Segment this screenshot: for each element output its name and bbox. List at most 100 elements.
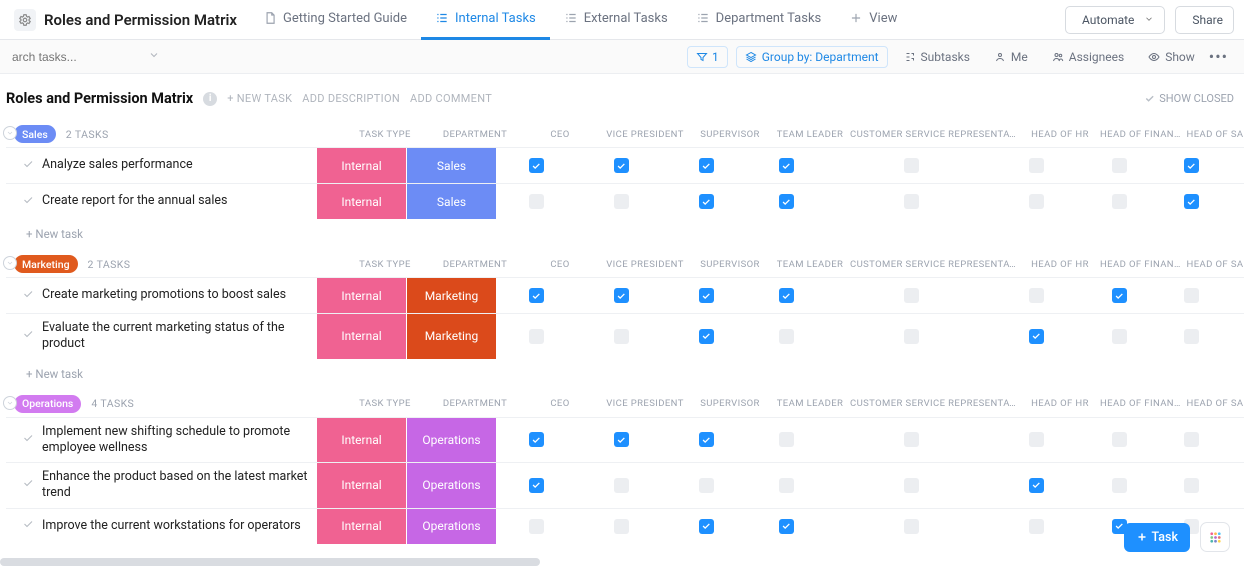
add-task-button[interactable]: + New task (6, 359, 1244, 389)
checkbox[interactable] (779, 288, 794, 303)
role-cell-ceo[interactable] (496, 463, 576, 508)
role-cell-ceo[interactable] (496, 509, 576, 544)
info-icon[interactable]: i (203, 92, 217, 106)
checkbox[interactable] (779, 519, 794, 534)
role-cell-ceo[interactable] (496, 314, 576, 359)
checkbox[interactable] (614, 519, 629, 534)
checkbox[interactable] (614, 158, 629, 173)
checkbox[interactable] (529, 288, 544, 303)
task-type-cell[interactable]: Internal (316, 463, 406, 508)
role-cell-vp[interactable] (576, 418, 666, 463)
view-tab-department-tasks[interactable]: Department Tasks (682, 0, 836, 40)
group-badge[interactable]: Marketing (14, 255, 78, 273)
role-cell-supervisor[interactable] (666, 418, 746, 463)
role-cell-teamleader[interactable] (746, 509, 826, 544)
role-cell-fin[interactable] (1076, 148, 1162, 183)
role-cell-sa[interactable] (1162, 418, 1220, 463)
role-cell-csr[interactable] (826, 463, 996, 508)
more-menu-button[interactable]: ••• (1203, 47, 1234, 66)
checkbox[interactable] (1029, 329, 1044, 344)
role-cell-teamleader[interactable] (746, 463, 826, 508)
checkbox[interactable] (699, 288, 714, 303)
checkbox[interactable] (1112, 288, 1127, 303)
settings-icon[interactable] (14, 9, 36, 31)
role-cell-supervisor[interactable] (666, 463, 746, 508)
checkbox[interactable] (614, 288, 629, 303)
checkbox[interactable] (614, 432, 629, 447)
checkbox[interactable] (529, 432, 544, 447)
role-cell-supervisor[interactable] (666, 278, 746, 313)
checkbox[interactable] (614, 478, 629, 493)
role-cell-ceo[interactable] (496, 278, 576, 313)
role-cell-supervisor[interactable] (666, 509, 746, 544)
role-cell-csr[interactable] (826, 184, 996, 219)
assignees-button[interactable]: Assignees (1044, 47, 1132, 67)
view-tab-internal-tasks[interactable]: Internal Tasks (421, 0, 550, 40)
checkbox[interactable] (1112, 432, 1127, 447)
role-cell-teamleader[interactable] (746, 278, 826, 313)
checkbox[interactable] (779, 194, 794, 209)
role-cell-vp[interactable] (576, 314, 666, 359)
checkbox[interactable] (614, 194, 629, 209)
checkbox[interactable] (779, 158, 794, 173)
checkbox[interactable] (1184, 478, 1199, 493)
task-row[interactable]: Analyze sales performanceInternalSales (6, 147, 1244, 183)
checkbox[interactable] (699, 478, 714, 493)
subtasks-button[interactable]: Subtasks (896, 47, 978, 67)
checkbox[interactable] (529, 194, 544, 209)
role-cell-fin[interactable] (1076, 184, 1162, 219)
task-row[interactable]: Improve the current workstations for ope… (6, 508, 1244, 544)
task-type-cell[interactable]: Internal (316, 278, 406, 313)
checkbox[interactable] (699, 519, 714, 534)
checkbox[interactable] (904, 478, 919, 493)
task-row[interactable]: Create report for the annual salesIntern… (6, 183, 1244, 219)
role-cell-teamleader[interactable] (746, 418, 826, 463)
checkbox[interactable] (779, 432, 794, 447)
role-cell-supervisor[interactable] (666, 184, 746, 219)
checkbox[interactable] (904, 329, 919, 344)
task-row[interactable]: Create marketing promotions to boost sal… (6, 277, 1244, 313)
checkbox[interactable] (1112, 329, 1127, 344)
role-cell-supervisor[interactable] (666, 148, 746, 183)
role-cell-sa[interactable] (1162, 278, 1220, 313)
checkbox[interactable] (1029, 432, 1044, 447)
task-name-cell[interactable]: Evaluate the current marketing status of… (6, 314, 316, 359)
department-cell[interactable]: Sales (406, 184, 496, 219)
checkbox[interactable] (1112, 194, 1127, 209)
checkbox[interactable] (779, 478, 794, 493)
checkbox[interactable] (1184, 432, 1199, 447)
role-cell-vp[interactable] (576, 509, 666, 544)
role-cell-sa[interactable] (1162, 463, 1220, 508)
checkbox[interactable] (1029, 519, 1044, 534)
new-task-link[interactable]: + NEW TASK (227, 92, 292, 105)
task-type-cell[interactable]: Internal (316, 314, 406, 359)
role-cell-hr[interactable] (996, 418, 1076, 463)
add-comment-link[interactable]: ADD COMMENT (410, 92, 492, 105)
role-cell-hr[interactable] (996, 509, 1076, 544)
role-cell-teamleader[interactable] (746, 314, 826, 359)
task-type-cell[interactable]: Internal (316, 509, 406, 544)
department-cell[interactable]: Operations (406, 463, 496, 508)
automate-button[interactable]: Automate (1065, 6, 1165, 34)
checkbox[interactable] (779, 329, 794, 344)
task-type-cell[interactable]: Internal (316, 418, 406, 463)
checkbox[interactable] (1184, 158, 1199, 173)
checkbox[interactable] (529, 519, 544, 534)
role-cell-ceo[interactable] (496, 184, 576, 219)
filter-count-pill[interactable]: 1 (687, 46, 728, 68)
task-name-cell[interactable]: Enhance the product based on the latest … (6, 463, 316, 508)
task-type-cell[interactable]: Internal (316, 148, 406, 183)
role-cell-vp[interactable] (576, 184, 666, 219)
show-closed-button[interactable]: SHOW CLOSED (1144, 92, 1234, 105)
collapse-icon[interactable] (3, 256, 17, 270)
role-cell-fin[interactable] (1076, 314, 1162, 359)
checkbox[interactable] (1029, 478, 1044, 493)
task-row[interactable]: Evaluate the current marketing status of… (6, 313, 1244, 359)
task-row[interactable]: Enhance the product based on the latest … (6, 462, 1244, 508)
horizontal-scrollbar[interactable] (0, 558, 1244, 566)
role-cell-teamleader[interactable] (746, 184, 826, 219)
task-name-cell[interactable]: Improve the current workstations for ope… (6, 509, 316, 544)
checkbox[interactable] (614, 329, 629, 344)
role-cell-hr[interactable] (996, 314, 1076, 359)
department-cell[interactable]: Operations (406, 509, 496, 544)
